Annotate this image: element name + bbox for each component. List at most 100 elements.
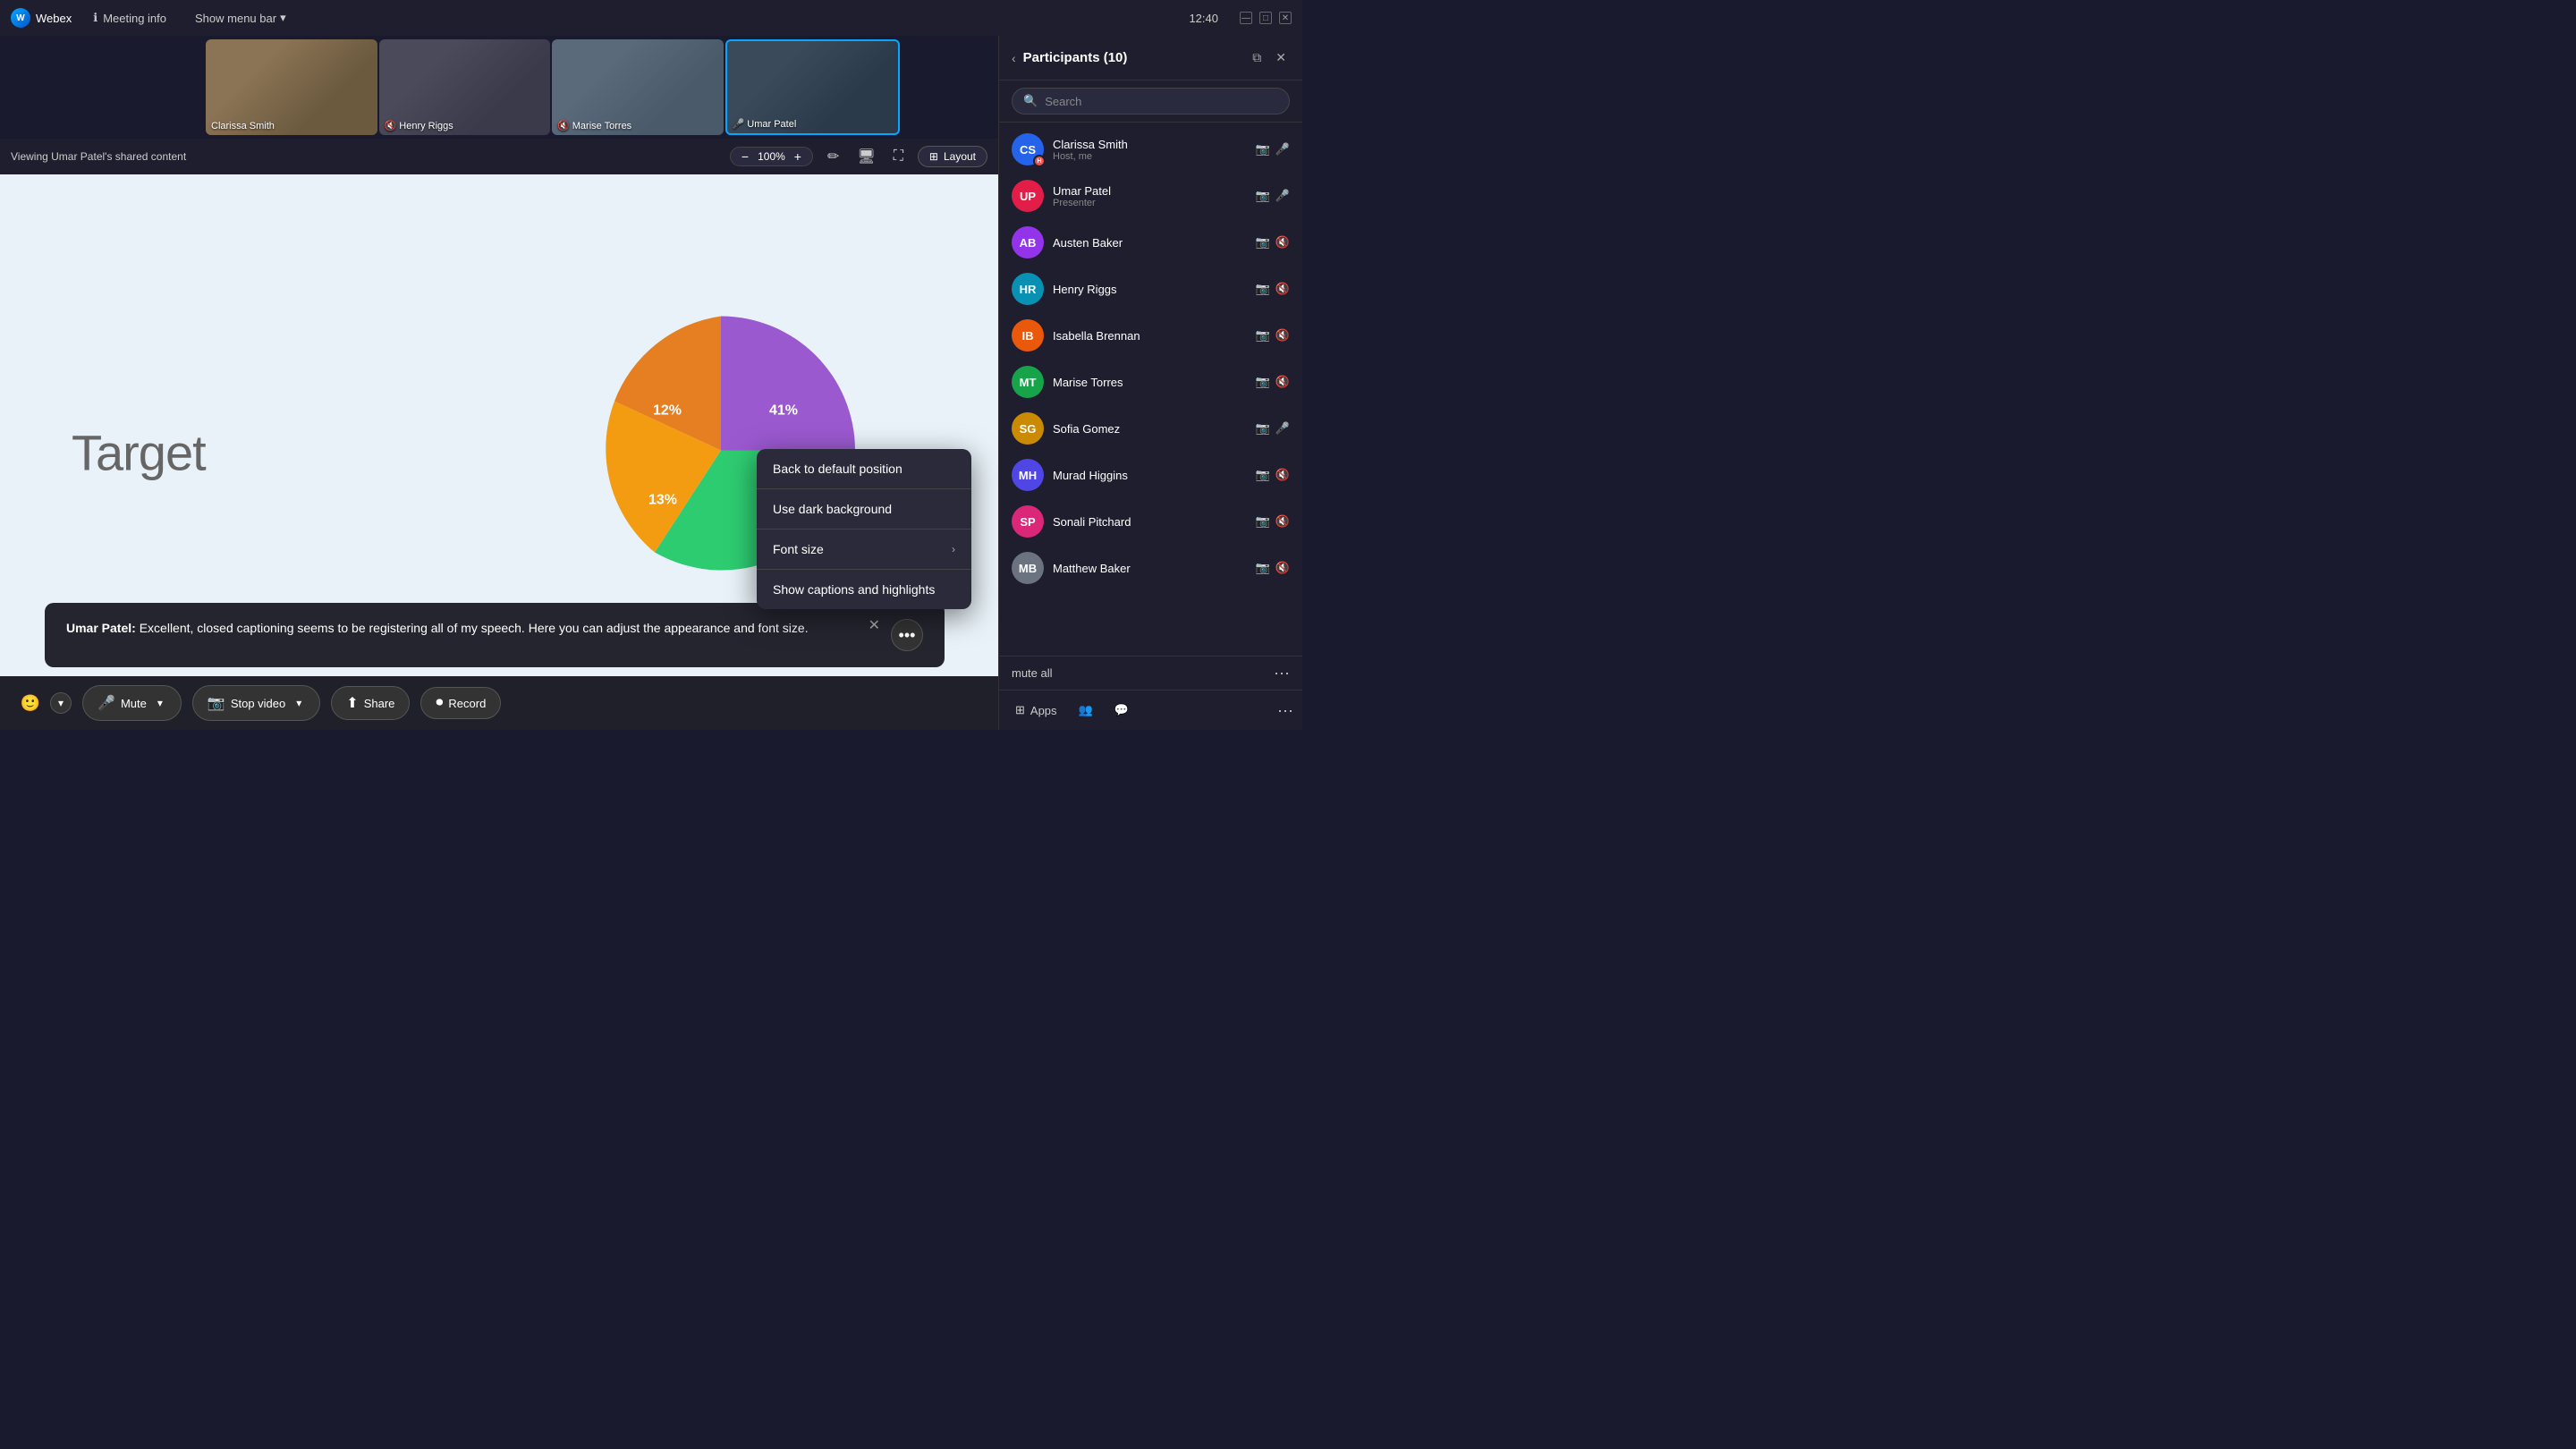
zoom-out-button[interactable]: −: [740, 149, 750, 164]
chat-button[interactable]: 💬: [1107, 698, 1136, 723]
video-dropdown-icon[interactable]: ▾: [292, 693, 305, 713]
stop-video-button[interactable]: 📷 Stop video ▾: [192, 685, 320, 721]
thumbnail-strip: Clarissa Smith 🔇 Henry Riggs 🔇 Marise To…: [0, 36, 998, 139]
show-menu-label: Show menu bar: [195, 12, 276, 25]
footer-more-button[interactable]: ···: [1274, 664, 1290, 682]
participant-item[interactable]: CS H Clarissa Smith Host, me 📷 🎤: [999, 126, 1302, 173]
mute-dropdown-icon[interactable]: ▾: [154, 693, 166, 713]
caption-close-button[interactable]: ✕: [869, 619, 880, 633]
participant-item[interactable]: IB Isabella Brennan 📷 🔇: [999, 312, 1302, 359]
caption-text: Umar Patel: Excellent, closed captioning…: [66, 619, 858, 638]
apps-label: Apps: [1030, 704, 1057, 717]
maximize-button[interactable]: □: [1259, 12, 1272, 24]
participant-item[interactable]: MH Murad Higgins 📷 🔇: [999, 452, 1302, 498]
record-button[interactable]: ⏺ Record: [420, 687, 501, 719]
participants-icon-button[interactable]: 👥: [1072, 698, 1100, 723]
mic-off-icon2: 🔇: [557, 121, 570, 131]
show-menu-button[interactable]: Show menu bar ▾: [188, 7, 293, 29]
search-input[interactable]: [1045, 95, 1278, 108]
avatar-initials: MH: [1019, 469, 1037, 482]
thumbnail-marise[interactable]: 🔇 Marise Torres: [552, 39, 724, 135]
meeting-info-button[interactable]: ℹ Meeting info: [86, 7, 174, 29]
participant-item[interactable]: MB Matthew Baker 📷 🔇: [999, 545, 1302, 591]
apps-icon: ⊞: [1015, 703, 1025, 717]
zoom-in-button[interactable]: +: [792, 149, 803, 164]
participant-info: Sofia Gomez: [1053, 422, 1247, 436]
thumbnail-umar[interactable]: 🎤 Umar Patel: [725, 39, 901, 135]
participant-item[interactable]: SP Sonali Pitchard 📷 🔇: [999, 498, 1302, 545]
camera-status-icon: 📷: [1256, 514, 1270, 529]
font-size-label: Font size: [773, 542, 824, 556]
participant-item[interactable]: AB Austen Baker 📷 🔇: [999, 219, 1302, 266]
participant-info: Umar Patel Presenter: [1053, 184, 1247, 208]
share-button[interactable]: ⬆ Share: [331, 686, 410, 720]
content-area: Target 41% 34% 13: [0, 174, 998, 730]
menu-item-font-size[interactable]: Font size ›: [757, 530, 971, 569]
avatar-initials: HR: [1020, 283, 1037, 296]
menu-item-back-default[interactable]: Back to default position: [757, 449, 971, 488]
mute-all-button[interactable]: mute all: [1012, 666, 1053, 680]
back-default-label: Back to default position: [773, 462, 902, 476]
video-area: Clarissa Smith 🔇 Henry Riggs 🔇 Marise To…: [0, 36, 998, 730]
participant-info: Henry Riggs: [1053, 283, 1247, 296]
participant-item[interactable]: SG Sofia Gomez 📷 🎤: [999, 405, 1302, 452]
svg-text:13%: 13%: [648, 492, 677, 507]
panel-popout-button[interactable]: ⧉: [1249, 47, 1265, 69]
titlebar-left: W Webex ℹ Meeting info Show menu bar ▾: [11, 7, 1189, 29]
window-controls: — □ ✕: [1240, 12, 1292, 24]
screen-share-button[interactable]: 🖥: [853, 144, 878, 169]
reaction-dropdown-button[interactable]: ▾: [50, 692, 72, 714]
close-button[interactable]: ✕: [1279, 12, 1292, 24]
mute-button[interactable]: 🎤 Mute ▾: [82, 685, 182, 721]
sharing-label: Viewing Umar Patel's shared content: [11, 150, 719, 163]
slide-title: Target: [72, 423, 206, 481]
participant-item[interactable]: HR Henry Riggs 📷 🔇: [999, 266, 1302, 312]
reaction-emoji-button[interactable]: 🙂: [14, 687, 47, 719]
participant-item[interactable]: UP Umar Patel Presenter 📷 🎤: [999, 173, 1302, 219]
panel-collapse-button[interactable]: ‹: [1012, 51, 1016, 65]
participant-name: Henry Riggs: [1053, 283, 1247, 296]
menu-item-show-captions[interactable]: Show captions and highlights: [757, 570, 971, 609]
avatar: AB: [1012, 226, 1044, 258]
fullscreen-button[interactable]: ⛶: [890, 145, 907, 168]
participant-icons: 📷 🎤: [1256, 189, 1290, 203]
main-container: Clarissa Smith 🔇 Henry Riggs 🔇 Marise To…: [0, 36, 1302, 730]
slide-content: Target 41% 34% 13: [0, 174, 998, 730]
panel-footer: mute all ···: [999, 656, 1302, 690]
participant-icons: 📷 🎤: [1256, 421, 1290, 436]
umar-name: 🎤 Umar Patel: [733, 118, 797, 130]
camera-icon: 📷: [208, 694, 225, 712]
chat-icon: 💬: [1114, 703, 1129, 717]
minimize-button[interactable]: —: [1240, 12, 1252, 24]
avatar: CS H: [1012, 133, 1044, 165]
participant-info: Austen Baker: [1053, 236, 1247, 250]
caption-more-button[interactable]: •••: [891, 619, 923, 651]
participant-name: Murad Higgins: [1053, 469, 1247, 482]
avatar: SP: [1012, 505, 1044, 538]
participant-icons: 📷 🎤: [1256, 142, 1290, 157]
titlebar-right: 12:40 — □ ✕: [1189, 12, 1292, 25]
participant-icons: 📷 🔇: [1256, 328, 1290, 343]
svg-text:12%: 12%: [653, 402, 682, 418]
avatar: UP: [1012, 180, 1044, 212]
mic-status-icon: 🔇: [1275, 375, 1290, 389]
camera-status-icon: 📷: [1256, 235, 1270, 250]
record-label: Record: [448, 697, 486, 710]
avatar-initials: MT: [1020, 376, 1037, 389]
participant-name: Austen Baker: [1053, 236, 1247, 250]
annotation-button[interactable]: ✏: [824, 144, 843, 169]
sharing-toolbar: Viewing Umar Patel's shared content − 10…: [0, 139, 998, 174]
search-icon: 🔍: [1023, 94, 1038, 108]
menu-item-dark-bg[interactable]: Use dark background: [757, 489, 971, 529]
thumbnail-clarissa[interactable]: Clarissa Smith: [206, 39, 377, 135]
participant-name: Umar Patel: [1053, 184, 1247, 198]
panel-close-button[interactable]: ✕: [1272, 47, 1290, 69]
participant-item[interactable]: MT Marise Torres 📷 🔇: [999, 359, 1302, 405]
people-icon: 👥: [1079, 703, 1093, 717]
layout-button[interactable]: ⊞ Layout: [918, 146, 987, 167]
panel-header-buttons: ⧉ ✕: [1249, 47, 1290, 69]
search-input-wrap: 🔍: [1012, 88, 1290, 114]
apps-button[interactable]: ⊞ Apps: [1008, 698, 1064, 723]
app-buttons-more[interactable]: ···: [1277, 701, 1293, 720]
thumbnail-henry[interactable]: 🔇 Henry Riggs: [379, 39, 551, 135]
